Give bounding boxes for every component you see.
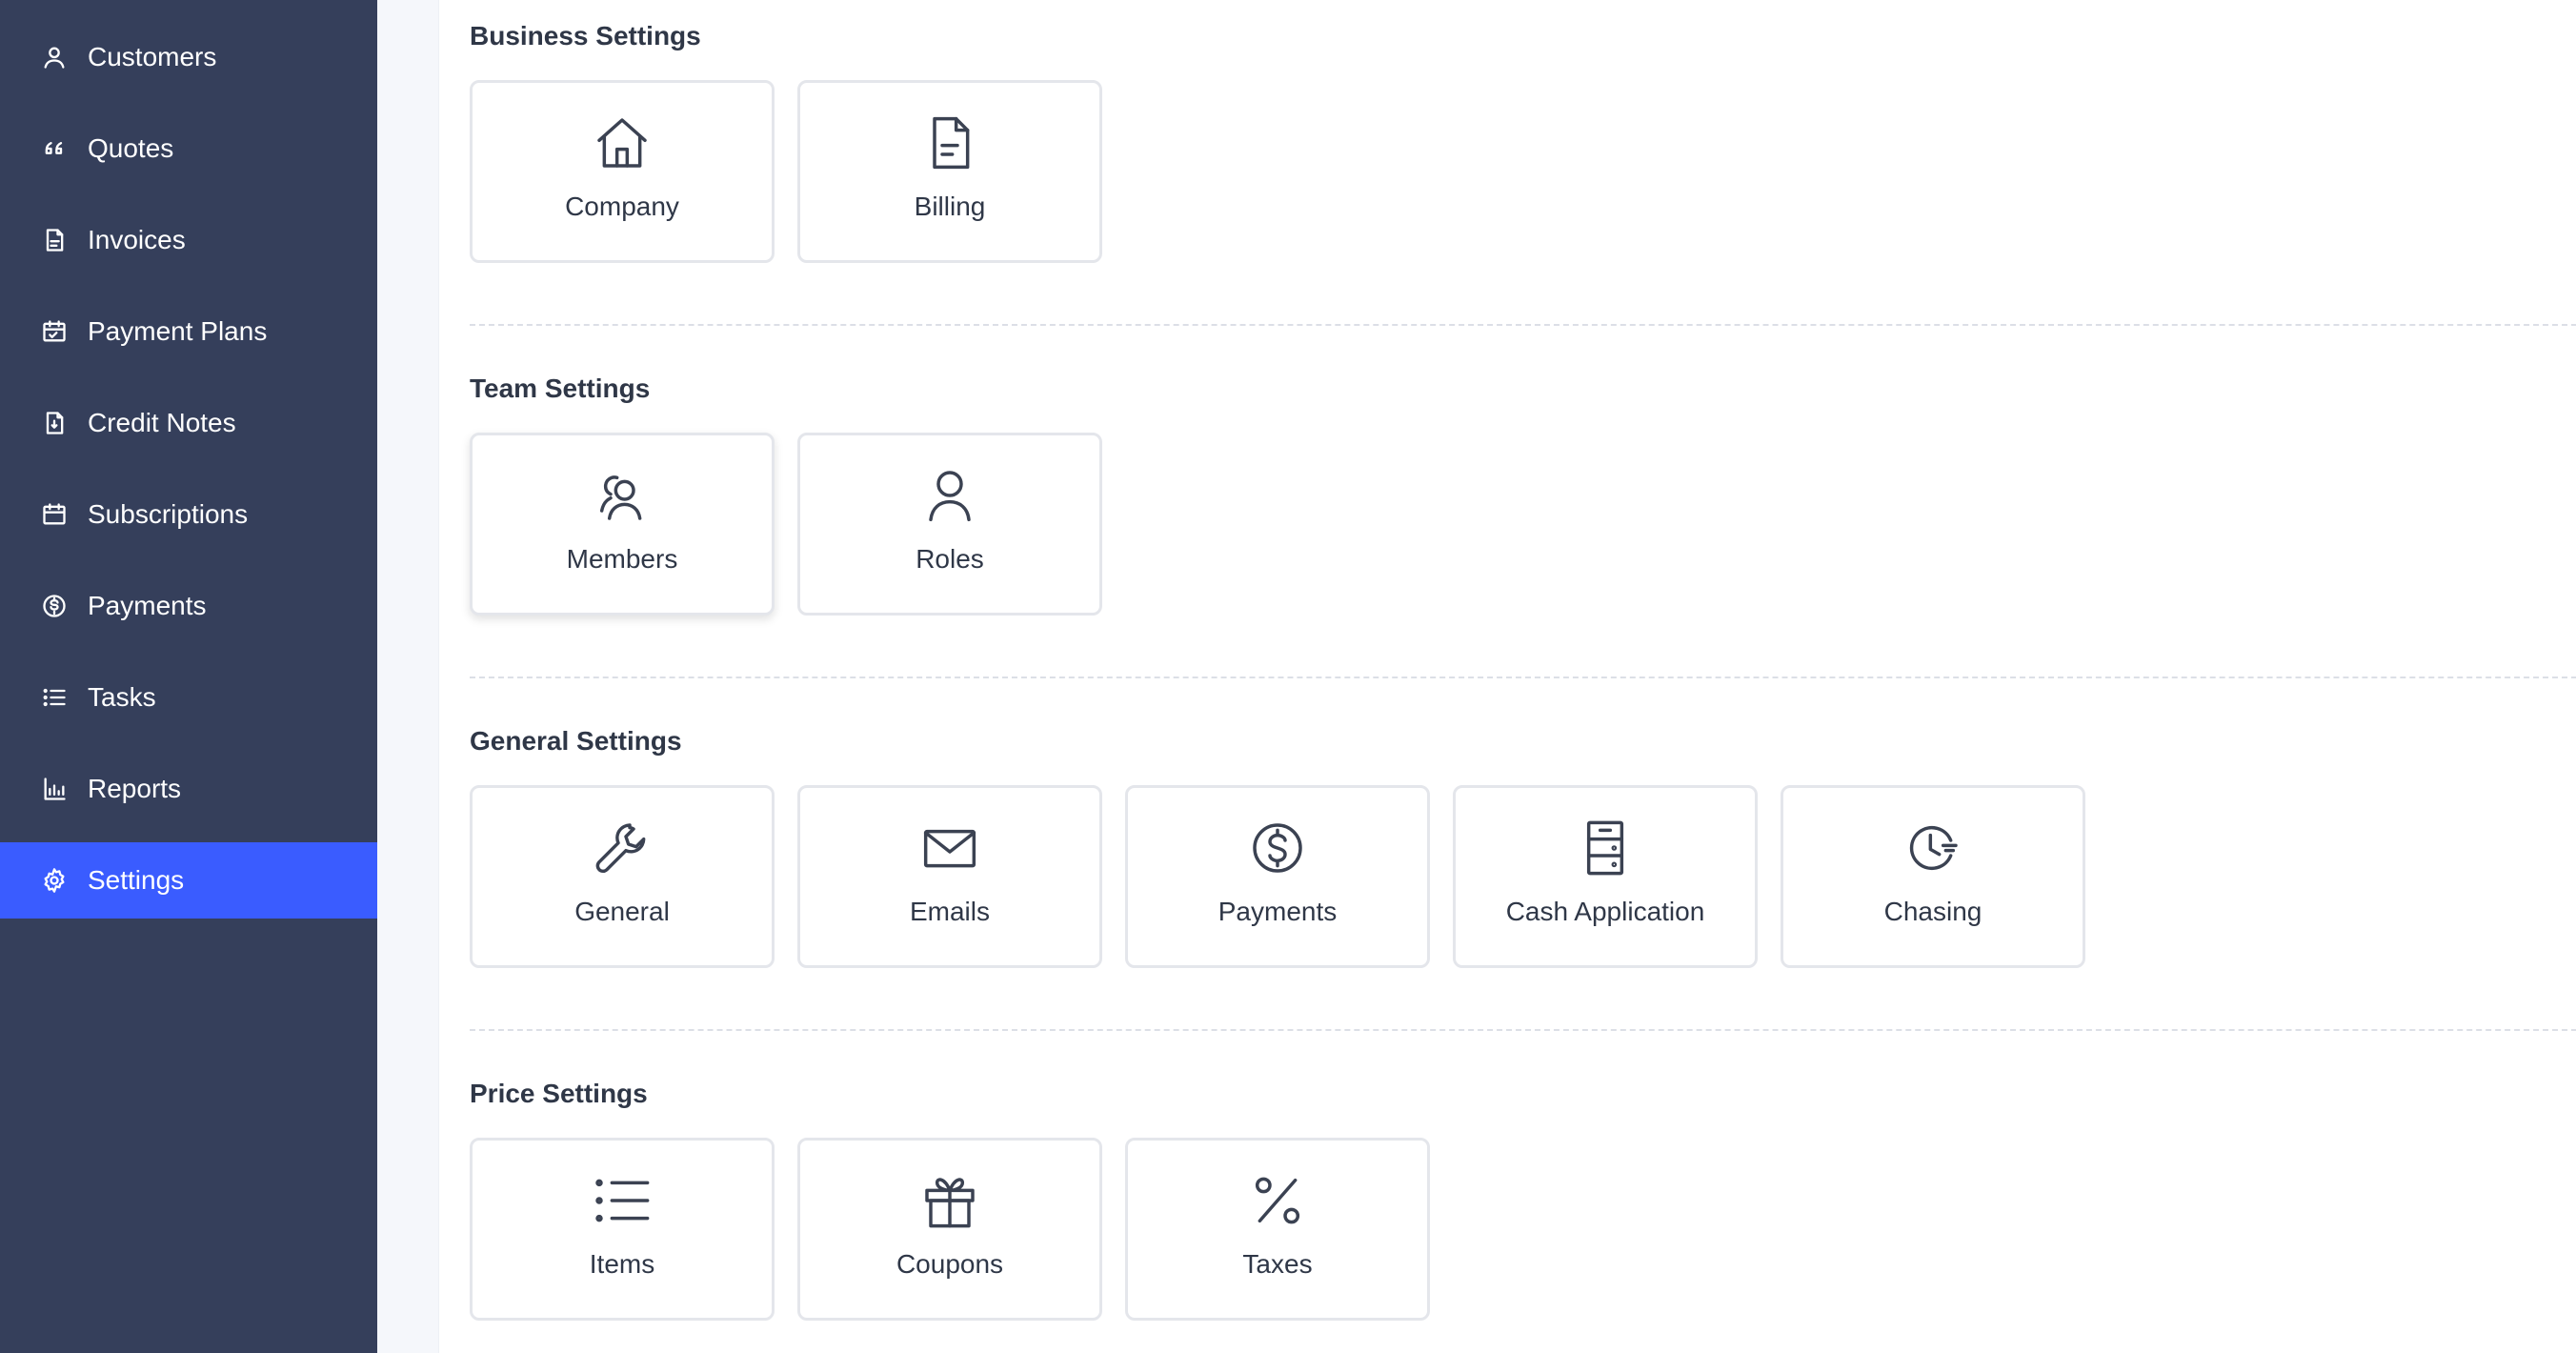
sidebar-item-customers[interactable]: Customers <box>0 19 377 95</box>
gift-icon <box>800 1169 1099 1232</box>
sidebar-item-payment-plans[interactable]: Payment Plans <box>0 293 377 370</box>
calendar-icon <box>38 501 70 528</box>
section-title-business-settings: Business Settings <box>470 21 701 50</box>
sidebar-item-label: Payment Plans <box>88 316 268 346</box>
sidebar-item-reports[interactable]: Reports <box>0 751 377 827</box>
settings-main: Business Settings Company Billing Team S… <box>438 0 2576 1353</box>
card-items[interactable]: Items <box>470 1138 775 1321</box>
sidebar-item-credit-notes[interactable]: Credit Notes <box>0 385 377 461</box>
card-label: Billing <box>914 192 986 221</box>
sidebar-item-label: Credit Notes <box>88 408 236 437</box>
card-general[interactable]: General <box>470 785 775 968</box>
dollar-circle-icon <box>38 593 70 619</box>
card-roles[interactable]: Roles <box>797 433 1102 616</box>
main-gutter <box>377 0 438 1353</box>
card-emails[interactable]: Emails <box>797 785 1102 968</box>
card-label: Items <box>589 1249 655 1279</box>
card-label: Chasing <box>1883 897 1982 926</box>
sidebar-item-label: Reports <box>88 774 182 803</box>
sidebar-item-label: Tasks <box>88 682 156 712</box>
dollar-circle-icon <box>1128 817 1427 879</box>
document-icon <box>800 111 1099 174</box>
clock-icon <box>1783 817 2083 879</box>
sidebar-item-label: Invoices <box>88 225 186 254</box>
card-label: Members <box>566 544 678 574</box>
section-divider <box>470 676 2576 678</box>
house-icon <box>473 111 772 174</box>
user-icon <box>38 44 70 71</box>
card-label: Cash Application <box>1505 897 1705 926</box>
bar-chart-icon <box>38 776 70 802</box>
sidebar-item-quotes[interactable]: Quotes <box>0 111 377 187</box>
gear-icon <box>38 867 70 894</box>
sidebar-item-payments[interactable]: Payments <box>0 568 377 644</box>
card-chasing[interactable]: Chasing <box>1781 785 2085 968</box>
wrench-icon <box>473 817 772 879</box>
envelope-icon <box>800 817 1099 879</box>
card-label: Roles <box>916 544 984 574</box>
sidebar-item-label: Quotes <box>88 133 174 163</box>
sidebar-item-label: Customers <box>88 42 217 71</box>
calendar-check-icon <box>38 318 70 345</box>
card-label: General <box>574 897 670 926</box>
card-label: Coupons <box>896 1249 1004 1279</box>
sidebar-item-subscriptions[interactable]: Subscriptions <box>0 476 377 553</box>
section-divider <box>470 1029 2576 1031</box>
percent-icon <box>1128 1169 1427 1232</box>
sidebar-item-label: Subscriptions <box>88 499 249 529</box>
card-label: Taxes <box>1242 1249 1313 1279</box>
card-company[interactable]: Company <box>470 80 775 263</box>
sidebar: Customers Quotes Invoices Payment Plans … <box>0 0 377 1353</box>
sidebar-item-settings[interactable]: Settings <box>0 842 377 919</box>
sidebar-item-label: Payments <box>88 591 207 620</box>
card-label: Company <box>565 192 679 221</box>
card-label: Emails <box>909 897 990 926</box>
user-icon <box>800 464 1099 527</box>
card-members[interactable]: Members <box>470 433 775 616</box>
users-icon <box>473 464 772 527</box>
section-divider <box>470 324 2576 326</box>
quote-icon <box>38 135 70 162</box>
card-coupons[interactable]: Coupons <box>797 1138 1102 1321</box>
document-icon <box>38 227 70 253</box>
card-cash-application[interactable]: Cash Application <box>1453 785 1758 968</box>
sidebar-item-tasks[interactable]: Tasks <box>0 659 377 736</box>
section-title-price-settings: Price Settings <box>470 1079 648 1108</box>
list-icon <box>38 684 70 711</box>
section-title-general-settings: General Settings <box>470 726 682 756</box>
card-taxes[interactable]: Taxes <box>1125 1138 1430 1321</box>
list-icon <box>473 1169 772 1232</box>
section-title-team-settings: Team Settings <box>470 374 651 403</box>
cabinet-icon <box>1456 817 1755 879</box>
sidebar-item-invoices[interactable]: Invoices <box>0 202 377 278</box>
card-payments[interactable]: Payments <box>1125 785 1430 968</box>
credit-note-icon <box>38 410 70 436</box>
card-billing[interactable]: Billing <box>797 80 1102 263</box>
sidebar-item-label: Settings <box>88 865 185 895</box>
card-label: Payments <box>1218 897 1338 926</box>
